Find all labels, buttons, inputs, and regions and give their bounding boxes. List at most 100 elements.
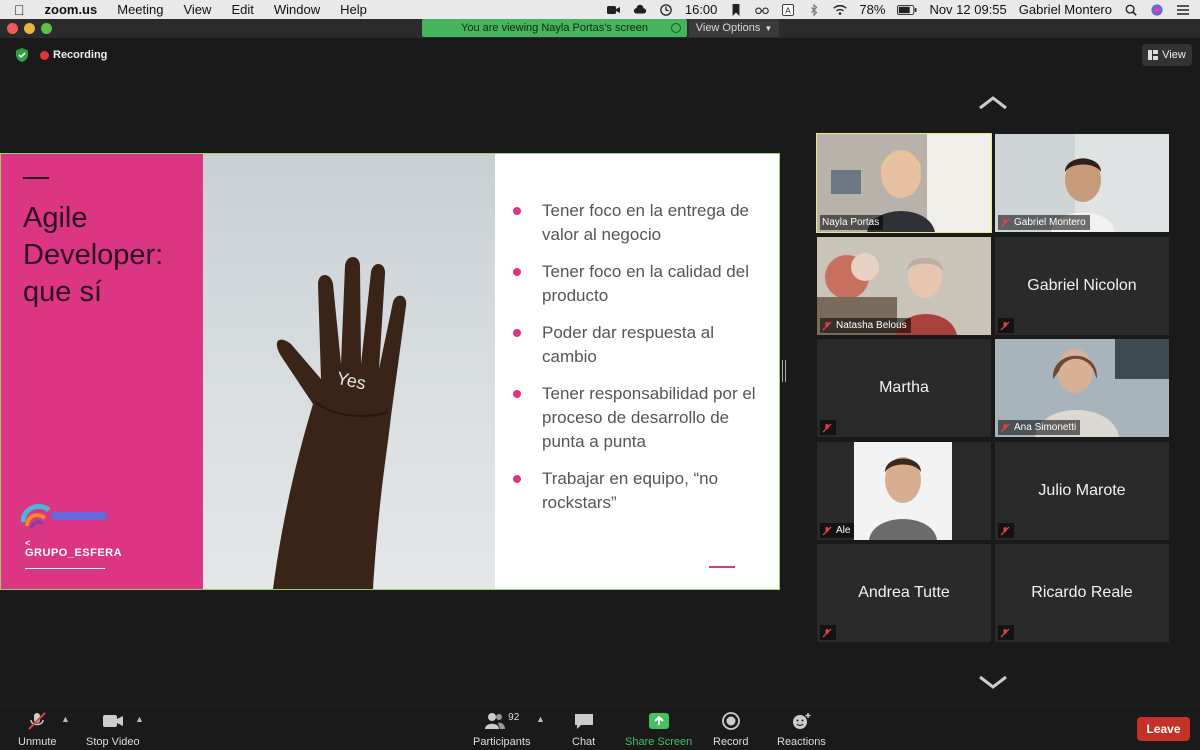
minimize-window-button[interactable] — [24, 23, 35, 34]
slide-end-dash — [709, 566, 735, 568]
bullet-text: Poder dar respuesta al cambio — [542, 323, 714, 366]
bullet-dot — [513, 475, 521, 483]
menu-window[interactable]: Window — [274, 2, 320, 17]
app-menu[interactable]: zoom.us — [45, 2, 98, 17]
participant-name: Gabriel Nicolon — [1027, 277, 1137, 294]
close-window-button[interactable] — [7, 23, 18, 34]
screen-share-banner-text: You are viewing Nayla Portas's screen — [461, 22, 648, 34]
participant-tile[interactable]: Gabriel Nicolon — [995, 237, 1169, 335]
user-avatar-icon[interactable] — [1150, 3, 1164, 16]
participant-tile[interactable]: Ana Simonetti — [995, 339, 1169, 437]
participant-name: Nayla Portas — [822, 217, 880, 228]
grupo-esfera-logo: < GRUPO_ESFERA — [25, 538, 122, 569]
bookmark-icon[interactable] — [729, 3, 743, 16]
participant-tile[interactable]: Natasha Belous — [817, 237, 991, 335]
bluetooth-icon[interactable] — [807, 3, 821, 16]
slide-bullet: Trabajar en equipo, “no rockstars” — [513, 467, 773, 515]
slide-title-panel: Agile Developer: que sí < GRUPO_ESFERA — [1, 154, 203, 589]
participant-name-label: Gabriel Montero — [998, 215, 1090, 230]
participant-name: Andrea Tutte — [858, 584, 950, 601]
security-shield-icon[interactable] — [14, 47, 30, 63]
control-center-icon[interactable] — [1176, 4, 1190, 16]
participants-options-caret[interactable]: ▲ — [536, 714, 545, 724]
stop-video-label: Stop Video — [86, 736, 140, 748]
menu-meeting[interactable]: Meeting — [117, 2, 163, 17]
input-source-icon[interactable]: A — [781, 3, 795, 16]
share-screen-button[interactable]: Share Screen — [625, 712, 692, 748]
time-widget[interactable]: 16:00 — [685, 2, 718, 17]
raised-hand-image: Yes — [273, 257, 407, 589]
view-layout-button[interactable]: View — [1142, 44, 1192, 66]
view-options-button[interactable]: View Options ▼ — [689, 19, 779, 37]
glasses-icon[interactable] — [755, 4, 770, 16]
record-icon — [721, 712, 740, 730]
bullet-text: Tener foco en la entrega de valor al neg… — [542, 201, 749, 244]
muted-mic-icon — [1000, 526, 1010, 535]
spotlight-search-icon[interactable] — [1124, 4, 1138, 16]
muted-mic-icon — [1000, 218, 1010, 227]
participant-name: Ale — [836, 525, 851, 536]
participant-name-label — [820, 420, 836, 435]
participant-tile[interactable]: Nayla Portas — [816, 133, 992, 233]
muted-mic-icon — [822, 423, 832, 432]
menu-edit[interactable]: Edit — [231, 2, 253, 17]
apple-menu-icon[interactable]:  — [14, 2, 25, 18]
gallery-scroll-up-icon[interactable] — [978, 96, 1008, 110]
unmute-label: Unmute — [18, 736, 57, 748]
zoom-status-icon[interactable] — [606, 4, 621, 16]
muted-mic-icon — [822, 628, 832, 637]
muted-mic-icon — [822, 321, 832, 330]
slide-bullet: Tener foco en la calidad del producto — [513, 260, 773, 308]
participants-button[interactable]: 92 Participants — [473, 712, 530, 748]
meeting-toolbar: Unmute ▲ Stop Video ▲ 92 Participants ▲ … — [0, 705, 1200, 750]
slide-title: Agile Developer: que sí — [23, 202, 164, 308]
split-resize-handle[interactable] — [782, 360, 786, 382]
slide-bullet: Poder dar respuesta al cambio — [513, 321, 773, 369]
menu-view[interactable]: View — [183, 2, 211, 17]
menu-help[interactable]: Help — [340, 2, 367, 17]
share-screen-icon — [648, 713, 669, 729]
clock-icon[interactable] — [659, 3, 673, 16]
wifi-icon[interactable] — [833, 4, 848, 16]
recording-indicator[interactable]: Recording — [40, 47, 107, 63]
menu-bar-datetime[interactable]: Nov 12 09:55 — [929, 2, 1006, 17]
chat-label: Chat — [572, 736, 596, 748]
participant-tile[interactable]: Ricardo Reale — [995, 544, 1169, 642]
audio-options-caret[interactable]: ▲ — [61, 714, 70, 724]
menu-bar-user[interactable]: Gabriel Montero — [1019, 2, 1112, 17]
participant-tile[interactable]: Gabriel Montero — [995, 134, 1169, 232]
zoom-window-button[interactable] — [41, 23, 52, 34]
participant-tile[interactable]: Julio Marote — [995, 442, 1169, 540]
muted-mic-icon — [1000, 628, 1010, 637]
cloud-icon[interactable] — [633, 4, 647, 16]
participant-tile[interactable]: Andrea Tutte — [817, 544, 991, 642]
leave-button[interactable]: Leave — [1137, 717, 1190, 741]
participant-name-label: Natasha Belous — [820, 318, 911, 333]
muted-mic-icon — [822, 526, 832, 535]
recording-dot-icon — [40, 50, 49, 60]
participant-tile[interactable]: Martha — [817, 339, 991, 437]
participant-name: Natasha Belous — [836, 320, 907, 331]
participant-name-label — [820, 625, 836, 640]
battery-icon[interactable] — [897, 4, 917, 16]
slide-dash — [23, 177, 49, 179]
stop-video-button[interactable]: Stop Video — [86, 712, 140, 748]
reactions-button[interactable]: Reactions — [777, 712, 826, 748]
chat-button[interactable]: Chat — [572, 712, 595, 748]
bullet-dot — [513, 329, 521, 337]
video-options-caret[interactable]: ▲ — [135, 714, 144, 724]
participant-name-label: Ale — [820, 523, 855, 538]
gallery-scroll-down-icon[interactable] — [978, 675, 1008, 689]
participant-tile[interactable]: Ale — [817, 442, 991, 540]
bullet-text: Tener foco en la calidad del producto — [542, 262, 749, 305]
bullet-dot — [513, 268, 521, 276]
chat-bubble-icon — [574, 714, 593, 729]
record-button[interactable]: Record — [713, 712, 748, 748]
banner-status-icon — [671, 23, 681, 33]
bullet-dot — [513, 207, 521, 215]
unmute-button[interactable]: Unmute — [18, 712, 57, 748]
muted-mic-icon — [1000, 423, 1010, 432]
participant-name: Julio Marote — [1038, 482, 1126, 499]
bullet-text: Tener responsabilidad por el proceso de … — [542, 384, 756, 451]
participant-name: Ana Simonetti — [1014, 422, 1077, 433]
